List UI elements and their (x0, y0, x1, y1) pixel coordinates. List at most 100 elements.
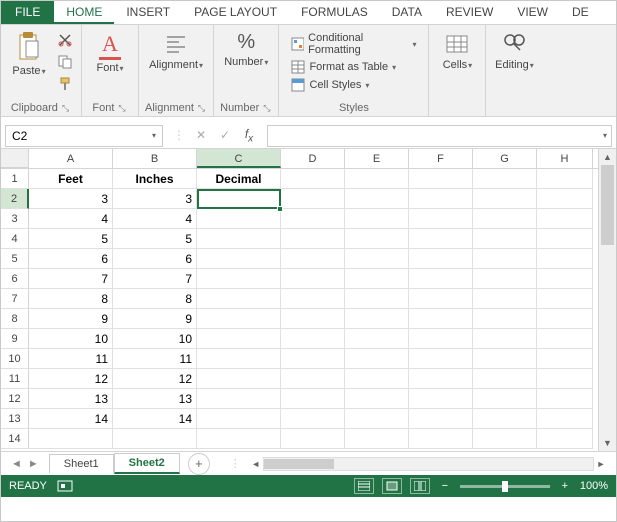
cell-H9[interactable] (537, 329, 593, 349)
alignment-dialog-launcher[interactable]: ⤡ (196, 103, 207, 114)
hscroll-thumb[interactable] (264, 459, 334, 469)
cell-E11[interactable] (345, 369, 409, 389)
cell-G7[interactable] (473, 289, 537, 309)
conditional-formatting-button[interactable]: Conditional Formatting▾ (289, 31, 418, 57)
row-header-12[interactable]: 12 (1, 389, 29, 409)
cell-C2[interactable] (197, 189, 281, 209)
cell-D14[interactable] (281, 429, 345, 449)
col-header-B[interactable]: B (113, 149, 197, 168)
sheet-tab-1[interactable]: Sheet1 (49, 454, 114, 473)
cell-G6[interactable] (473, 269, 537, 289)
cell-H5[interactable] (537, 249, 593, 269)
cell-B8[interactable]: 9 (113, 309, 197, 329)
cell-A5[interactable]: 6 (29, 249, 113, 269)
cell-D11[interactable] (281, 369, 345, 389)
cell-G2[interactable] (473, 189, 537, 209)
cell-F1[interactable] (409, 169, 473, 189)
tab-insert[interactable]: INSERT (114, 1, 182, 24)
normal-view-button[interactable] (354, 478, 374, 494)
cell-G9[interactable] (473, 329, 537, 349)
cell-G12[interactable] (473, 389, 537, 409)
cell-C8[interactable] (197, 309, 281, 329)
sheet-tab-2[interactable]: Sheet2 (114, 453, 180, 474)
page-break-view-button[interactable] (410, 478, 430, 494)
cell-G4[interactable] (473, 229, 537, 249)
cell-F6[interactable] (409, 269, 473, 289)
cell-C3[interactable] (197, 209, 281, 229)
vertical-scrollbar[interactable]: ▲ ▼ (598, 149, 616, 451)
col-header-E[interactable]: E (345, 149, 409, 168)
cell-E12[interactable] (345, 389, 409, 409)
cell-F14[interactable] (409, 429, 473, 449)
row-header-2[interactable]: 2 (1, 189, 29, 209)
cell-C4[interactable] (197, 229, 281, 249)
row-header-7[interactable]: 7 (1, 289, 29, 309)
cell-D5[interactable] (281, 249, 345, 269)
cell-C1[interactable]: Decimal Foot (197, 169, 281, 189)
tab-page-layout[interactable]: PAGE LAYOUT (182, 1, 289, 24)
cancel-formula-button[interactable]: ✕ (193, 128, 209, 142)
cell-A6[interactable]: 7 (29, 269, 113, 289)
row-header-6[interactable]: 6 (1, 269, 29, 289)
cell-styles-button[interactable]: Cell Styles▾ (289, 77, 418, 93)
cell-B11[interactable]: 12 (113, 369, 197, 389)
cell-F4[interactable] (409, 229, 473, 249)
cells-button[interactable]: Cells▾ (435, 29, 479, 73)
cell-F12[interactable] (409, 389, 473, 409)
tab-view[interactable]: VIEW (505, 1, 560, 24)
cell-C7[interactable] (197, 289, 281, 309)
row-header-9[interactable]: 9 (1, 329, 29, 349)
cell-F13[interactable] (409, 409, 473, 429)
cell-A9[interactable]: 10 (29, 329, 113, 349)
row-header-11[interactable]: 11 (1, 369, 29, 389)
col-header-A[interactable]: A (29, 149, 113, 168)
cell-G3[interactable] (473, 209, 537, 229)
row-header-8[interactable]: 8 (1, 309, 29, 329)
cell-D2[interactable] (281, 189, 345, 209)
col-header-F[interactable]: F (409, 149, 473, 168)
cell-B2[interactable]: 3 (113, 189, 197, 209)
new-sheet-button[interactable]: + (188, 453, 210, 475)
cell-H2[interactable] (537, 189, 593, 209)
number-button[interactable]: % Number▾ (221, 29, 271, 70)
cell-H4[interactable] (537, 229, 593, 249)
tab-review[interactable]: REVIEW (434, 1, 505, 24)
enter-formula-button[interactable]: ✓ (217, 128, 233, 142)
font-button[interactable]: A Font▾ (88, 29, 132, 76)
cell-B14[interactable] (113, 429, 197, 449)
cell-B3[interactable]: 4 (113, 209, 197, 229)
cell-D6[interactable] (281, 269, 345, 289)
col-header-D[interactable]: D (281, 149, 345, 168)
cell-D12[interactable] (281, 389, 345, 409)
cell-G11[interactable] (473, 369, 537, 389)
cell-F5[interactable] (409, 249, 473, 269)
cell-A13[interactable]: 14 (29, 409, 113, 429)
font-dialog-launcher[interactable]: ⤡ (116, 103, 127, 114)
cell-E13[interactable] (345, 409, 409, 429)
cell-E14[interactable] (345, 429, 409, 449)
cell-B10[interactable]: 11 (113, 349, 197, 369)
cell-G13[interactable] (473, 409, 537, 429)
cell-A2[interactable]: 3 (29, 189, 113, 209)
cell-F10[interactable] (409, 349, 473, 369)
format-as-table-button[interactable]: Format as Table▾ (289, 59, 418, 75)
row-header-4[interactable]: 4 (1, 229, 29, 249)
insert-function-button[interactable]: fx (241, 127, 257, 144)
cell-G14[interactable] (473, 429, 537, 449)
cell-G1[interactable] (473, 169, 537, 189)
col-header-C[interactable]: C (197, 149, 281, 168)
name-box[interactable]: C2 ▾ (5, 125, 163, 147)
row-header-14[interactable]: 14 (1, 429, 29, 449)
cell-H14[interactable] (537, 429, 593, 449)
cell-C11[interactable] (197, 369, 281, 389)
scroll-down-button[interactable]: ▼ (599, 435, 616, 451)
tab-formulas[interactable]: FORMULAS (289, 1, 380, 24)
cut-button[interactable] (55, 31, 75, 49)
cell-C12[interactable] (197, 389, 281, 409)
cell-H11[interactable] (537, 369, 593, 389)
cell-G8[interactable] (473, 309, 537, 329)
tab-data[interactable]: DATA (380, 1, 434, 24)
cell-C14[interactable] (197, 429, 281, 449)
scroll-right-button[interactable]: ► (594, 459, 608, 469)
cell-H8[interactable] (537, 309, 593, 329)
